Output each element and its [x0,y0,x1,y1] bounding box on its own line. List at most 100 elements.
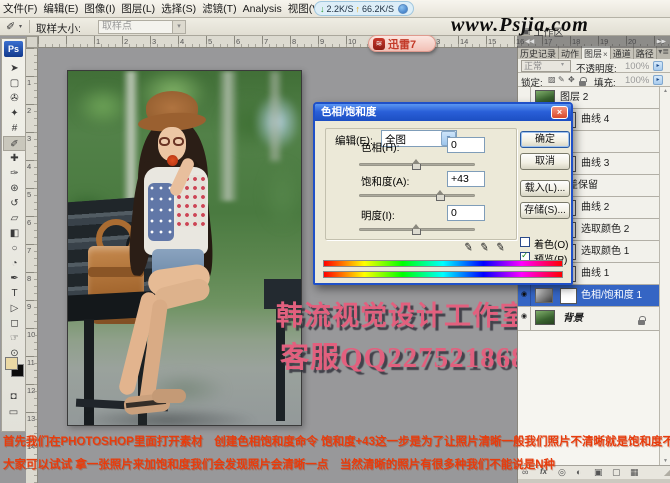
close-icon[interactable]: × [602,50,608,59]
saturation-slider-thumb[interactable] [436,195,445,201]
ruler-number: 3 [152,37,156,46]
thunder-icon: ≋ [373,38,385,50]
layers-scrollbar[interactable]: ▲ ▼ [659,87,670,465]
magic-wand-tool[interactable]: ✦ [3,106,26,121]
ruler-number: 4 [27,162,31,171]
fill-value[interactable]: 100% [625,75,649,86]
move-tool[interactable]: ➤ [3,61,26,76]
layer-mask-thumbnail[interactable] [560,288,577,304]
menu-item-layer[interactable]: 图层(L) [118,1,158,16]
decor [579,81,586,86]
menu-item-image[interactable]: 图像(I) [81,1,118,16]
menu-item-filter[interactable]: 滤镜(T) [199,1,239,16]
fill-spinner-button[interactable]: ▸ [653,75,663,85]
eyedropper-minus-icon[interactable]: ✐ [492,241,506,252]
resize-grip-icon[interactable]: ◢ [664,468,670,477]
menu-item-edit[interactable]: 编辑(E) [40,1,81,16]
layer-row-背景[interactable]: ◉ 背景 [518,307,659,331]
delete-layer-icon[interactable]: ▦ [630,467,639,478]
pen-tool[interactable]: ✒ [3,271,26,286]
lock-transparency-icon[interactable]: ▨ [548,75,556,84]
menu-item-file[interactable]: 文件(F) [0,1,40,16]
lightness-slider-thumb[interactable] [412,229,421,235]
chevron-down-icon[interactable]: ▾ [561,61,564,68]
colorize-checkbox[interactable] [520,237,530,247]
layer-visibility-toggle[interactable]: ◉ [518,307,531,330]
layer-visibility-toggle[interactable]: ◉ [518,285,531,306]
panel-menu-icon[interactable]: ▾≣ [658,47,669,56]
screen-mode-button[interactable]: ▭ [2,407,25,418]
eyedropper-tool-icon[interactable]: ✐ [6,20,15,33]
collapse-right-icon[interactable]: ▶▶ [657,36,666,48]
layer-row-色相/饱和度 1[interactable]: ◉ 色相/饱和度 1 [518,285,659,307]
photo-bench-leg [84,319,94,426]
close-icon[interactable]: × [551,106,568,119]
eraser-tool[interactable]: ▱ [3,211,26,226]
history-brush-tool[interactable]: ↺ [3,196,26,211]
type-tool[interactable]: T [3,286,26,301]
photo-of-girl-canvas[interactable] [67,70,302,426]
lock-position-icon[interactable]: ✥ [568,75,575,84]
ruler-number: 13 [27,414,35,423]
scroll-down-icon[interactable]: ▼ [660,458,670,464]
lightness-input[interactable] [447,205,485,221]
dialog-title[interactable]: 色相/饱和度 [315,104,571,121]
foreground-color-swatch[interactable] [5,357,18,370]
saturation-input[interactable] [447,171,485,187]
layer-name[interactable]: 选取颜色 1 [581,241,629,262]
crop-tool[interactable]: # [3,121,26,136]
new-layer-icon[interactable]: ▢ [612,467,621,478]
lock-pixels-icon[interactable]: ✎ [558,75,565,84]
layer-name[interactable]: 曲线 1 [581,263,609,284]
opacity-value[interactable]: 100% [625,61,649,72]
blur-tool[interactable]: ○ [3,241,26,256]
menu-item-select[interactable]: 选择(S) [158,1,199,16]
hue-label: 色相(H): [361,140,400,155]
dodge-tool[interactable]: ◔ [3,256,26,271]
scroll-up-icon[interactable]: ▲ [660,88,670,94]
net-monitor-icon[interactable] [398,4,408,14]
lasso-tool[interactable]: ✇ [3,91,26,106]
eyedropper-icon[interactable]: ✐ [460,241,474,252]
eyedropper-plus-icon[interactable]: ✐ [476,241,490,252]
path-select-tool[interactable]: ▷ [3,301,26,316]
new-adjustment-icon[interactable]: ◐ [576,467,581,477]
layer-name[interactable]: 背景 [563,307,583,330]
gradient-tool[interactable]: ◧ [3,226,26,241]
ruler-number: 14 [460,37,468,46]
shape-tool[interactable]: ◻ [3,316,26,331]
adjustment-thumbnail[interactable] [535,288,553,303]
menu-item-analysis[interactable]: Analysis [240,3,285,15]
hand-tool[interactable]: ☞ [3,331,26,346]
cancel-button[interactable]: 取消 [520,153,570,170]
add-mask-icon[interactable]: ◎ [558,467,566,478]
opacity-spinner-button[interactable]: ▸ [653,61,663,71]
vertical-ruler[interactable]: 1234567891011121314 [26,48,38,483]
ok-button[interactable]: 确定 [520,131,570,148]
layer-name[interactable]: 曲线 3 [581,153,609,174]
eyedropper-tool[interactable]: ✐ [3,136,26,151]
layer-name[interactable]: 选取颜色 2 [581,219,629,240]
layer-thumbnail[interactable] [535,310,555,325]
layer-name[interactable]: 色相/饱和度 1 [581,285,642,306]
photoshop-app: 文件(F)编辑(E)图像(I)图层(L)选择(S)滤镜(T)Analysis视图… [0,0,670,483]
thunder-download-badge[interactable]: ≋ 迅雷7 [368,35,436,52]
chevron-down-icon[interactable]: ▾ [19,23,22,30]
marquee-tool[interactable]: ▢ [3,76,26,91]
hue-slider-thumb[interactable] [412,164,421,170]
layer-name[interactable]: 曲线 4 [581,109,609,130]
quick-mask-button[interactable]: ◘ [2,391,25,402]
brush-tool[interactable]: ✑ [3,166,26,181]
tutorial-text-line1: 首先我们在PHOTOSHOP里面打开素材 创建色相饱和度命令 饱和度+43这一步… [3,433,670,449]
new-group-icon[interactable]: ▣ [594,467,603,478]
saturation-slider-track[interactable] [359,194,475,197]
chevron-down-icon[interactable]: ▾ [172,20,186,34]
save-button[interactable]: 存储(S)... [520,202,570,219]
healing-brush-tool[interactable]: ✚ [3,151,26,166]
ruler-origin-corner[interactable] [26,36,38,48]
clone-stamp-tool[interactable]: ⊛ [3,181,26,196]
photo-tree-trunk [218,71,238,201]
layer-name[interactable]: 曲线 2 [581,197,609,218]
load-button[interactable]: 载入(L)... [520,180,570,197]
hue-input[interactable] [447,137,485,153]
